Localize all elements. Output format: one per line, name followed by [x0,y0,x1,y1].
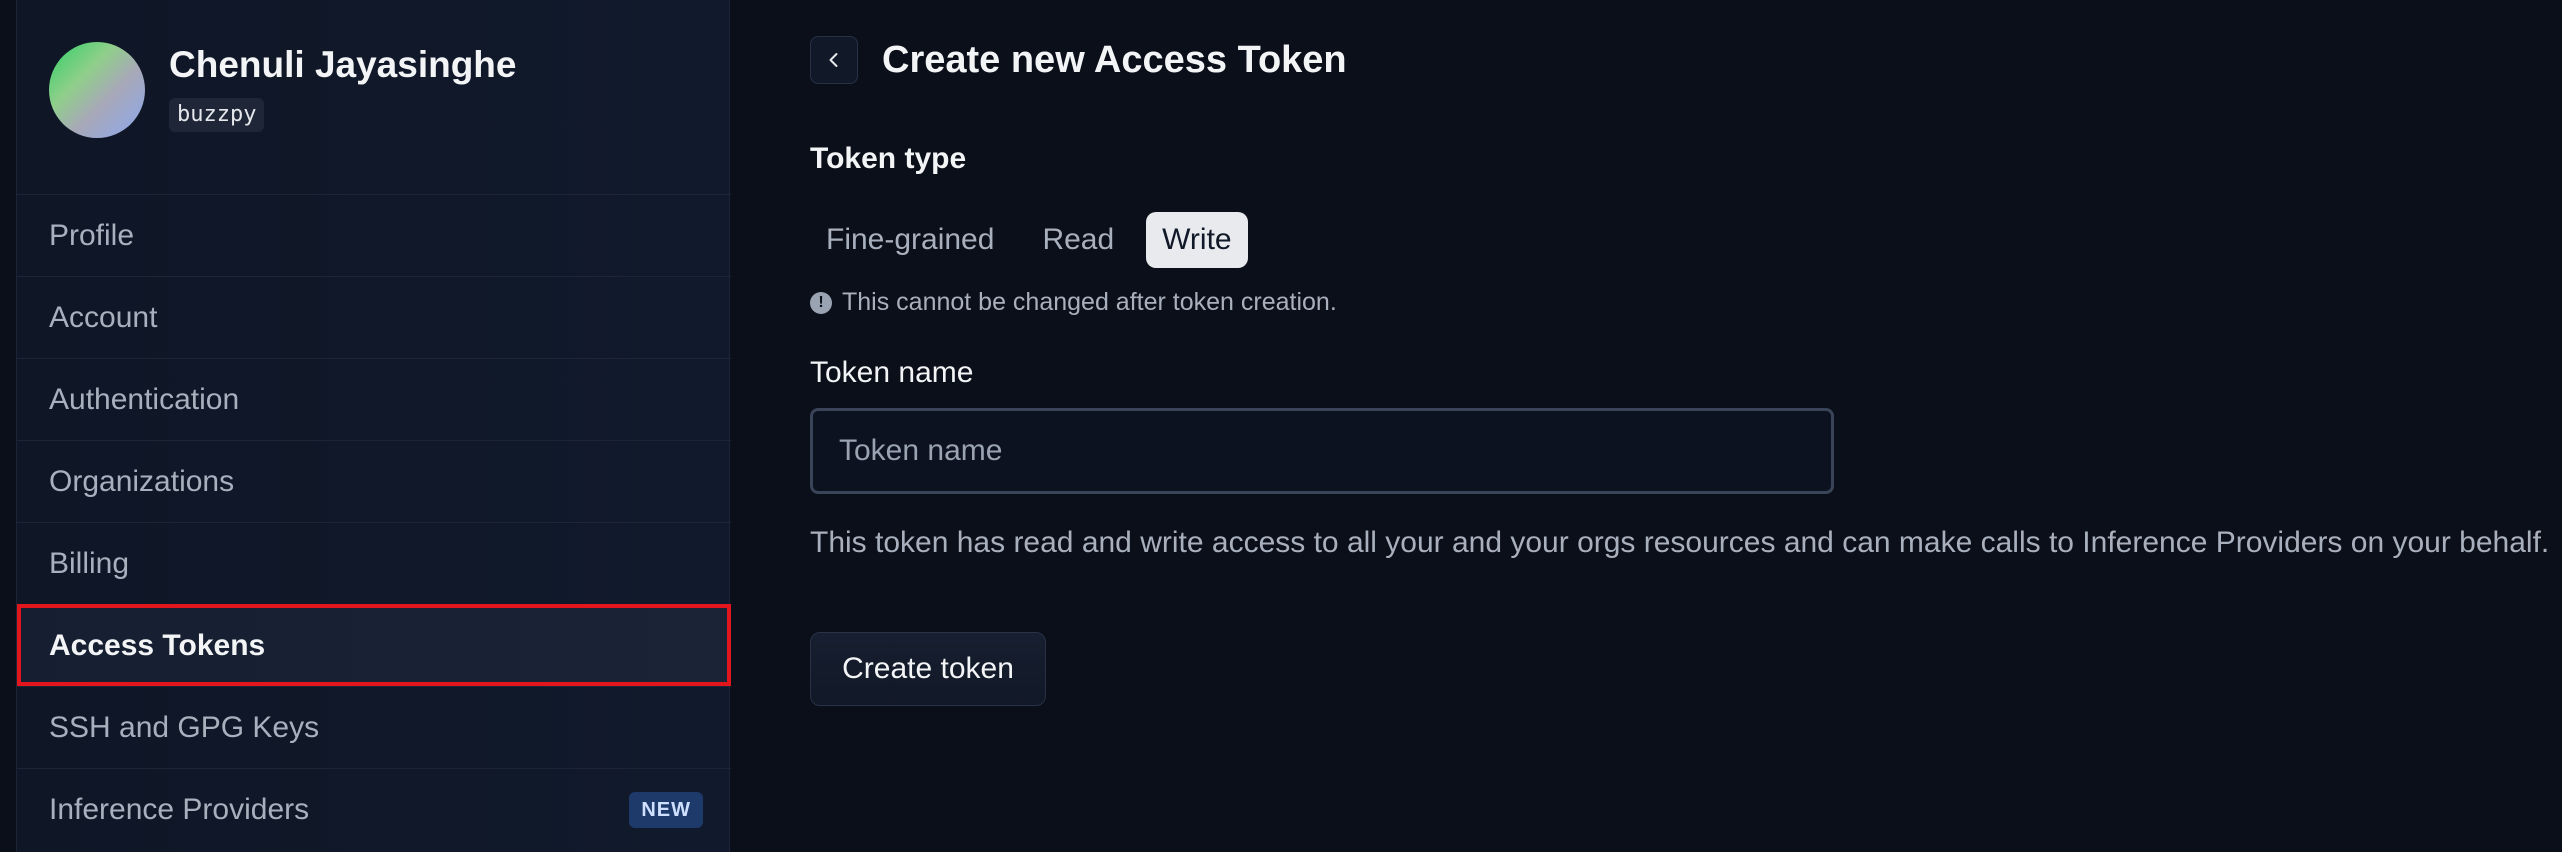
token-name-label: Token name [810,356,974,389]
user-handle: buzzpy [169,98,265,132]
chevron-left-icon [829,53,838,67]
settings-page: Chenuli Jayasinghe buzzpy Profile Accoun… [0,0,2562,852]
info-circle-icon: ! [810,291,832,314]
sidebar-item-inference-providers[interactable]: Inference Providers NEW [17,768,731,850]
sidebar-item-label: Authentication [49,382,240,416]
sidebar-item-label: Profile [49,218,135,252]
sidebar-item-label: Account [49,300,158,334]
page-title: Create new Access Token [882,39,1347,81]
settings-nav: Profile Account Authentication Organizat… [17,194,731,850]
token-name-input[interactable] [810,408,1834,494]
token-description: This token has read and write access to … [810,526,2550,559]
token-type-read[interactable]: Read [1026,212,1130,268]
sidebar-item-label: Access Tokens [49,628,266,662]
sidebar-item-label: Billing [49,546,130,580]
avatar[interactable] [49,42,145,138]
token-type-label: Token type [810,142,967,175]
sidebar-item-access-tokens[interactable]: Access Tokens [17,604,731,686]
main-content: Create new Access Token Token type Fine-… [810,0,2550,852]
sidebar-item-billing[interactable]: Billing [17,522,731,604]
token-type-hint: ! This cannot be changed after token cre… [810,288,1337,317]
token-type-selector: Fine-grained Read Write [810,212,1248,268]
sidebar-item-account[interactable]: Account [17,276,731,358]
create-token-button[interactable]: Create token [810,632,1046,706]
token-type-write[interactable]: Write [1146,212,1248,268]
back-button[interactable] [810,36,858,84]
sidebar-item-label: Organizations [49,464,235,498]
hint-text: This cannot be changed after token creat… [842,288,1337,316]
sidebar-item-label: Inference Providers [49,792,310,826]
sidebar-item-organizations[interactable]: Organizations [17,440,731,522]
sidebar-item-authentication[interactable]: Authentication [17,358,731,440]
user-block: Chenuli Jayasinghe buzzpy [17,0,731,194]
token-type-fine-grained[interactable]: Fine-grained [810,212,1010,268]
sidebar-item-profile[interactable]: Profile [17,194,731,276]
sidebar-item-ssh-gpg-keys[interactable]: SSH and GPG Keys [17,686,731,768]
new-badge: NEW [629,792,703,828]
user-name: Chenuli Jayasinghe [169,44,517,85]
settings-sidebar: Chenuli Jayasinghe buzzpy Profile Accoun… [16,0,731,852]
sidebar-item-label: SSH and GPG Keys [49,710,320,744]
